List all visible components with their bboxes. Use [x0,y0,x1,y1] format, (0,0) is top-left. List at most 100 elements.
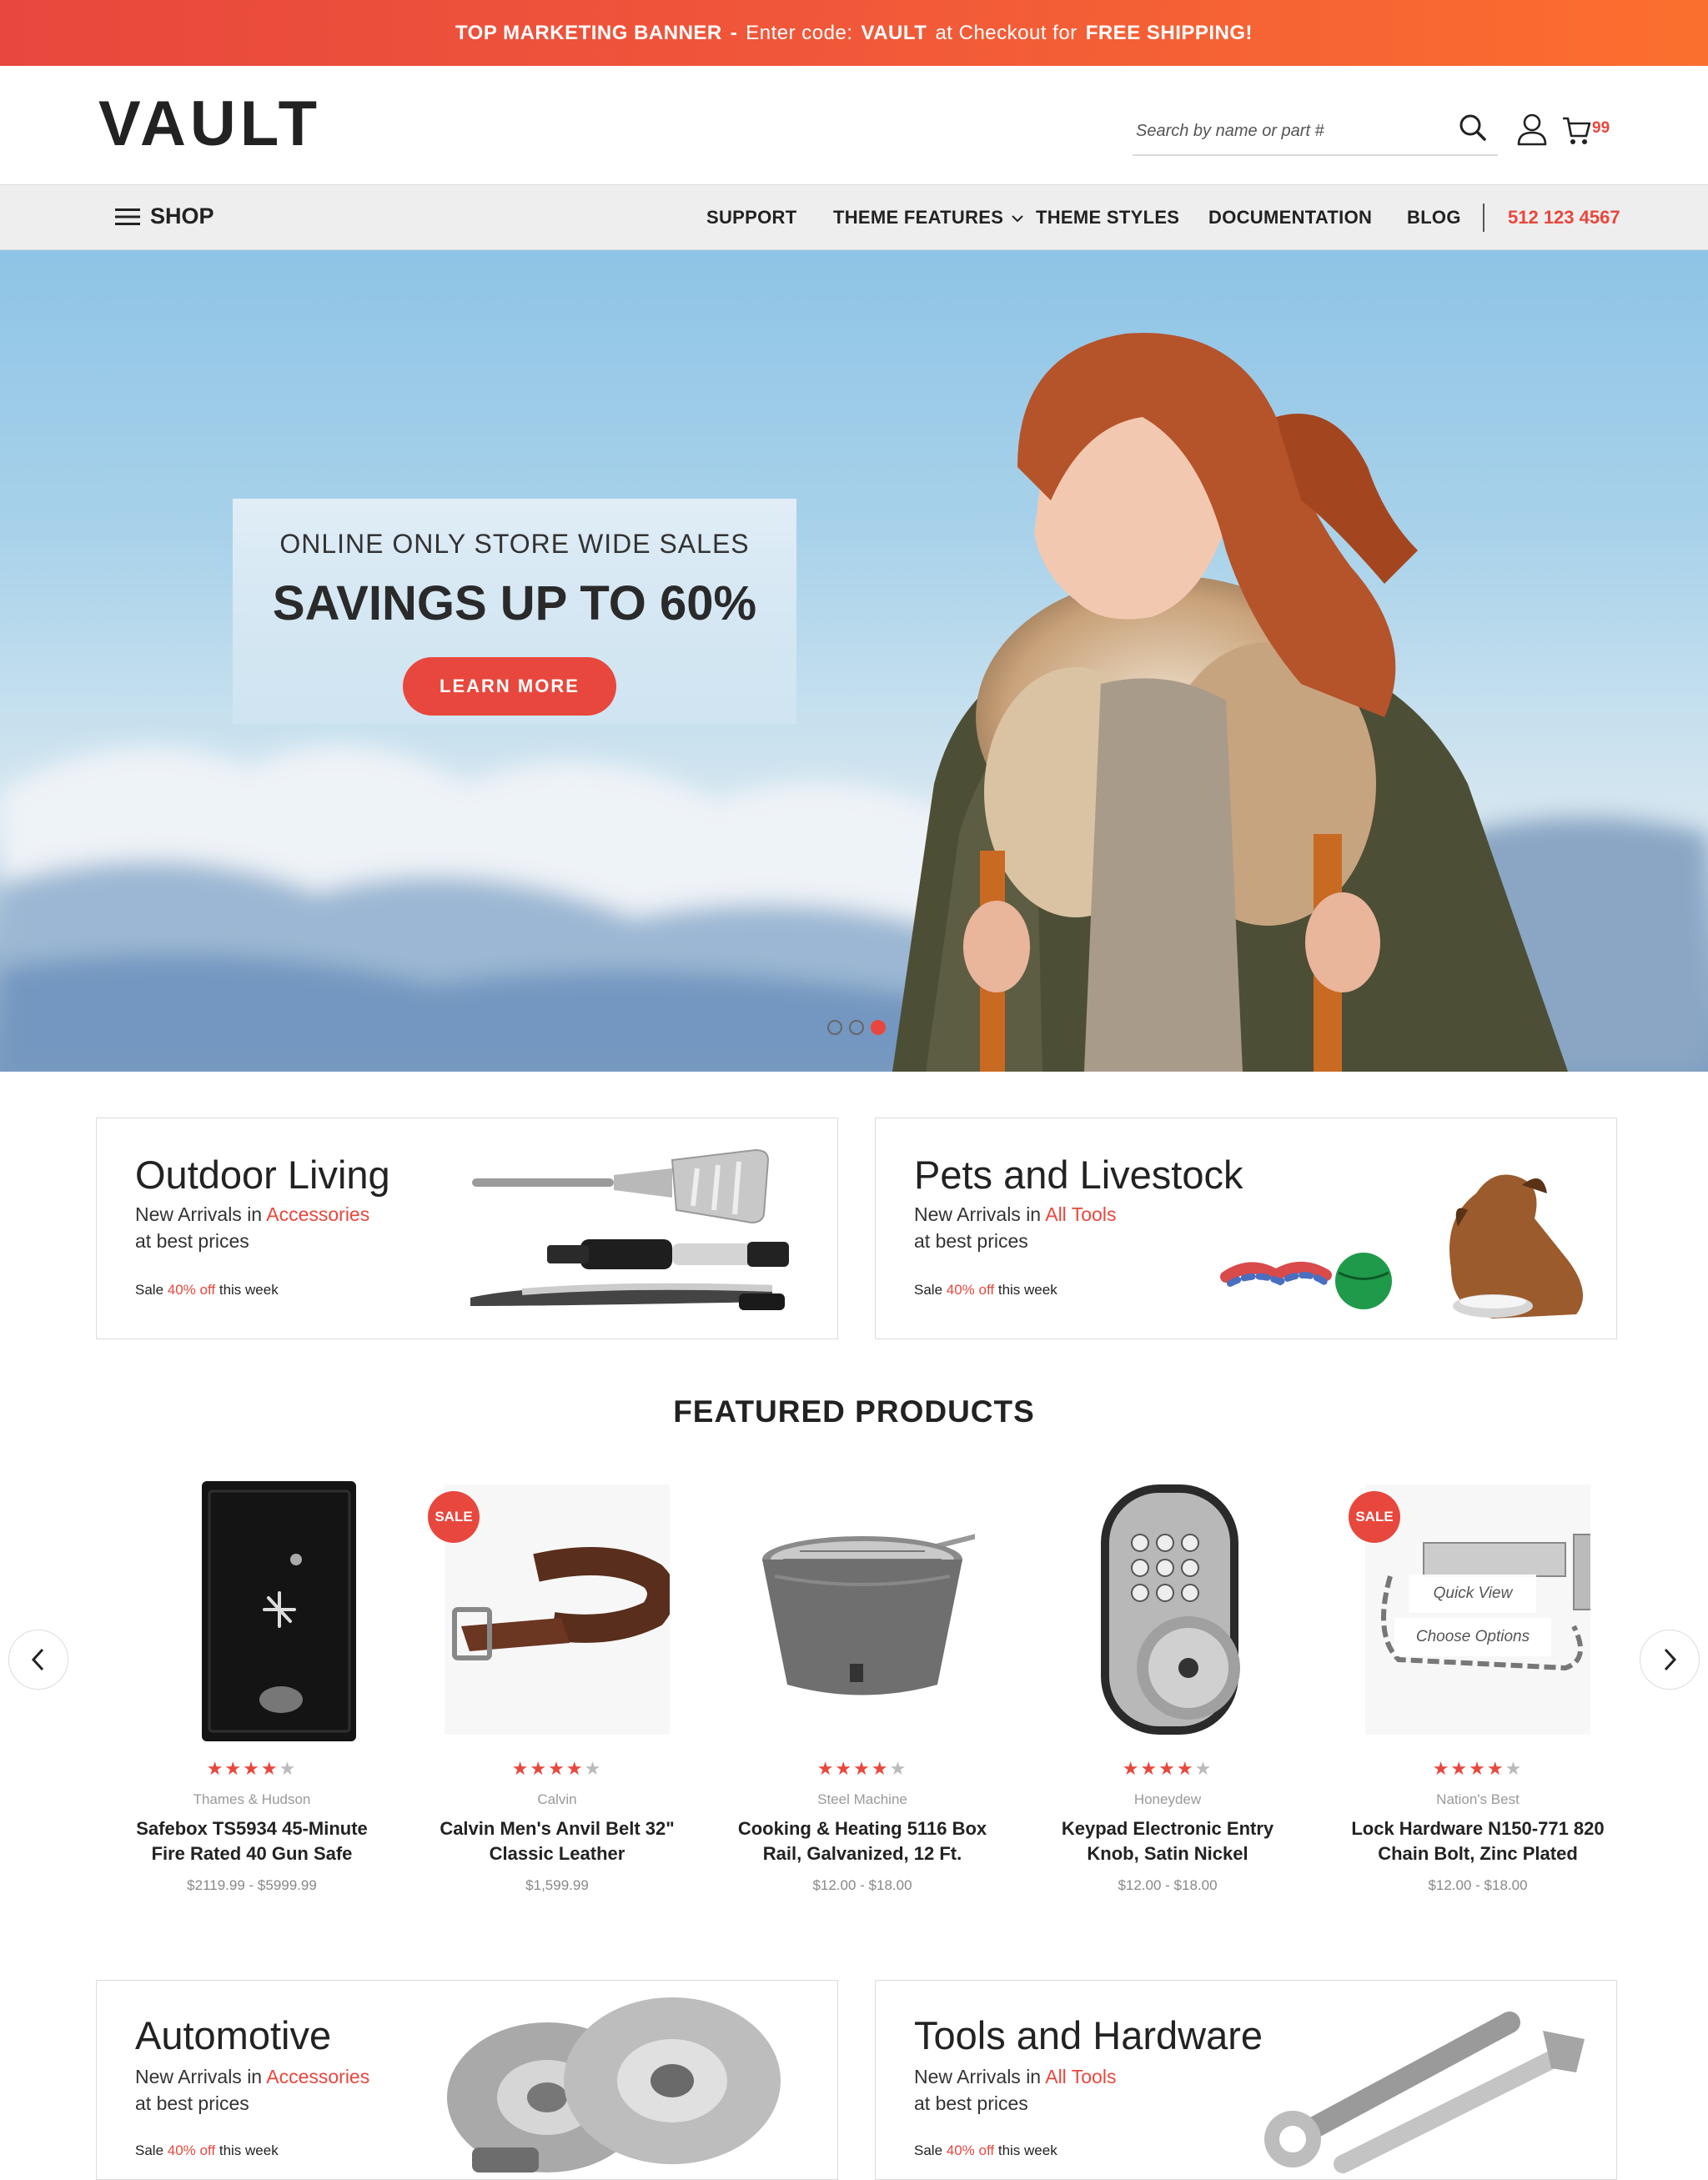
learn-more-button[interactable]: LEARN MORE [403,657,616,716]
product-name-line-1: Safebox TS5934 45-Minute [136,1818,368,1839]
category-card-pets-and-livestock[interactable]: Pets and Livestock New Arrivals in All T… [875,1118,1617,1339]
search-input[interactable] [1134,121,1434,142]
product-brand[interactable]: Calvin [418,1791,696,1808]
category-line-text: New Arrivals in [914,1203,1042,1225]
sale-pre: Sale [914,2142,943,2158]
slider-dot-1[interactable] [827,1020,842,1035]
search-button[interactable] [1456,111,1489,144]
category-line-text: New Arrivals in [914,2066,1042,2087]
hero-slider: ONLINE ONLY STORE WIDE SALES SAVINGS UP … [0,250,1708,1072]
brake-rotors-image [447,1997,781,2172]
category-card-automotive[interactable]: Automotive New Arrivals in Accessories a… [96,1980,838,2180]
product-brand[interactable]: Nation's Best [1339,1791,1617,1808]
category-line-1: New Arrivals in All Tools [914,2066,1116,2088]
product-name-line-1: Cooking & Heating 5116 Box [737,1818,987,1839]
shop-menu-button[interactable]: SHOP [115,203,214,229]
category-sale-text: Sale 40% off this week [135,1282,279,1298]
product-image-keypad-lock[interactable] [1055,1476,1280,1743]
site-header: VAULT 99 [0,66,1708,185]
product-card[interactable]: SALE ★★★★★ Calvin Calvin Men's Anvil Bel… [418,1476,696,1910]
category-line-1: New Arrivals in Accessories [135,1203,369,1226]
category-sale-text: Sale 40% off this week [914,1282,1057,1298]
nav-item-theme-features[interactable]: THEME FEATURES [833,207,1024,229]
chevron-down-icon [1011,215,1023,223]
product-name-line-2: Chain Bolt, Zinc Plated [1378,1843,1578,1864]
sale-pre: Sale [135,1282,164,1298]
nav-item-blog[interactable]: BLOG [1407,207,1461,229]
nav-divider [1483,203,1484,232]
product-name-line-2: Classic Leather [489,1843,625,1864]
choose-options-button[interactable]: Choose Options [1394,1618,1551,1656]
category-card-tools-and-hardware[interactable]: Tools and Hardware New Arrivals in All T… [875,1980,1617,2180]
slider-dot-2[interactable] [849,1020,864,1035]
category-sale-text: Sale 40% off this week [914,2142,1057,2159]
product-brand[interactable]: Steel Machine [723,1791,1002,1808]
category-title: Outdoor Living [135,1153,390,1197]
featured-products-heading: FEATURED PRODUCTS [673,1394,1035,1429]
top-marketing-banner: TOP MARKETING BANNER - Enter code: VAULT… [0,0,1708,66]
category-line-1: New Arrivals in All Tools [914,1203,1116,1226]
chevron-left-icon [31,1648,44,1671]
phone-link[interactable]: 512 123 4567 [1508,207,1620,229]
cart-count-badge[interactable]: 99 [1592,119,1610,138]
nav-item-documentation[interactable]: DOCUMENTATION [1208,207,1372,229]
category-title: Tools and Hardware [914,2013,1263,2057]
product-card[interactable]: SALE ★★★★★ Nation's Best Lock Hardware N… [1339,1476,1617,1910]
product-card[interactable]: ★★★★★ Honeydew Keypad Electronic Entry K… [1028,1476,1307,1910]
product-name[interactable]: Lock Hardware N150-771 820 Chain Bolt, Z… [1339,1816,1617,1866]
star-rating: ★★★★★ [511,1758,603,1779]
quick-view-button[interactable]: Quick View [1409,1575,1536,1613]
product-price: $12.00 - $18.00 [1118,1877,1218,1893]
sale-pre: Sale [135,2142,164,2158]
category-link-all-tools[interactable]: All Tools [1045,2066,1116,2087]
carousel-next-button[interactable] [1640,1630,1700,1690]
search-bar [1133,104,1498,156]
category-line-2: at best prices [135,1230,249,1252]
product-card[interactable]: ★★★★★ Steel Machine Cooking & Heating 51… [723,1476,1002,1910]
category-line-2: at best prices [914,1230,1028,1252]
nav-item-theme-styles[interactable]: THEME STYLES [1036,207,1179,229]
product-image-gun-safe[interactable] [139,1476,364,1743]
product-name[interactable]: Cooking & Heating 5116 Box Rail, Galvani… [723,1816,1002,1866]
star-rating: ★★★★★ [816,1758,908,1779]
product-brand[interactable]: Honeydew [1028,1791,1307,1808]
hero-promo-box: ONLINE ONLY STORE WIDE SALES SAVINGS UP … [233,499,796,724]
product-image-grill-bucket[interactable] [750,1476,975,1743]
product-card[interactable]: ★★★★★ Thames & Hudson Safebox TS5934 45-… [113,1476,391,1910]
product-price: $2119.99 - $5999.99 [187,1877,317,1893]
pet-toys-puppy-image [1220,1174,1583,1319]
category-line-text: New Arrivals in [135,2066,263,2087]
product-price: $12.00 - $18.00 [812,1877,912,1893]
sale-pre: Sale [914,1282,943,1298]
star-rating: ★★★★★ [1122,1758,1213,1779]
product-name[interactable]: Safebox TS5934 45-Minute Fire Rated 40 G… [113,1816,391,1866]
hero-title: SAVINGS UP TO 60% [272,576,757,630]
category-link-all-tools[interactable]: All Tools [1045,1203,1116,1225]
sale-badge: SALE [428,1491,480,1543]
banner-label: TOP MARKETING BANNER [455,21,722,44]
hero-subtitle: ONLINE ONLY STORE WIDE SALES [279,529,750,559]
category-card-outdoor-living[interactable]: Outdoor Living New Arrivals in Accessori… [96,1118,838,1339]
product-name[interactable]: Calvin Men's Anvil Belt 32" Classic Leat… [418,1816,696,1866]
sale-post: this week [997,2142,1057,2158]
category-link-accessories[interactable]: Accessories [266,1203,369,1225]
chevron-right-icon [1664,1648,1677,1671]
product-brand[interactable]: Thames & Hudson [113,1791,391,1808]
category-sale-text: Sale 40% off this week [135,2142,279,2159]
account-icon[interactable] [1516,113,1548,146]
site-logo[interactable]: VAULT [98,93,321,156]
search-icon [1459,114,1486,141]
category-line-2: at best prices [135,2092,249,2114]
slider-dot-3[interactable] [871,1020,886,1035]
product-price: $12.00 - $18.00 [1428,1877,1528,1893]
nav-item-support[interactable]: SUPPORT [706,207,796,229]
nav-item-theme-features-label: THEME FEATURES [833,207,1004,228]
carousel-prev-button[interactable] [8,1630,68,1690]
shop-label: SHOP [150,203,214,229]
cart-icon[interactable] [1561,114,1591,146]
star-rating: ★★★★★ [1432,1758,1524,1779]
sale-post: this week [997,1282,1057,1298]
star-rating: ★★★★★ [206,1758,298,1779]
category-link-accessories[interactable]: Accessories [266,2066,369,2087]
product-name[interactable]: Keypad Electronic Entry Knob, Satin Nick… [1028,1816,1307,1866]
